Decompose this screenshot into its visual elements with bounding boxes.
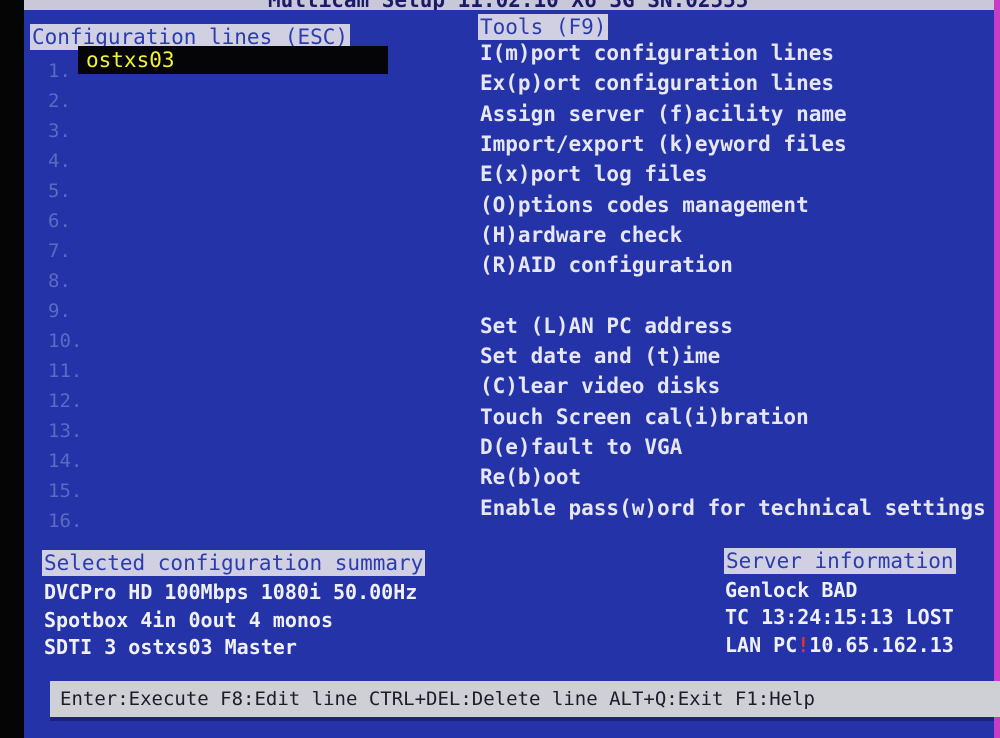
tool-item[interactable]: D(e)fault to VGA — [480, 434, 682, 460]
tool-item[interactable]: Touch Screen cal(i)bration — [480, 404, 809, 430]
server-info-header: Server information — [724, 548, 956, 574]
tool-item[interactable]: Enable pass(w)ord for technical settings — [480, 495, 986, 521]
warning-marker-icon: ! — [797, 633, 810, 657]
summary-line-format: DVCPro HD 100Mbps 1080i 50.00Hz — [44, 580, 418, 604]
summary-line-sdti: SDTI 3 ostxs03 Master — [44, 635, 297, 659]
config-line-number: 13. — [48, 420, 83, 442]
tool-item[interactable]: I(m)port configuration lines — [480, 40, 834, 66]
config-line-number: 2. — [48, 90, 71, 112]
tool-item[interactable]: (H)ardware check — [480, 222, 682, 248]
config-line-number: 5. — [48, 180, 71, 202]
tools-header[interactable]: Tools (F9) — [478, 14, 609, 40]
config-line-number: 4. — [48, 150, 71, 172]
tool-item[interactable]: Assign server (f)acility name — [480, 101, 847, 127]
tool-item[interactable]: (O)ptions codes management — [480, 192, 809, 218]
config-line-number: 1. — [48, 60, 71, 82]
config-line-number: 15. — [48, 480, 83, 502]
lan-pc-ip: 10.65.162.13 — [809, 633, 954, 657]
tool-item[interactable]: Import/export (k)eyword files — [480, 131, 847, 157]
tool-item[interactable]: Ex(p)ort configuration lines — [480, 70, 834, 96]
dos-setup-screen: Multicam Setup 11.02.10 X6 3G SN:02555 C… — [24, 0, 1000, 738]
help-bar: Enter:Execute F8:Edit line CTRL+DEL:Dele… — [50, 681, 1000, 717]
tool-item[interactable]: Re(b)oot — [480, 464, 581, 490]
config-line-number: 7. — [48, 240, 71, 262]
tool-item[interactable]: (C)lear video disks — [480, 373, 720, 399]
window-title: Multicam Setup 11.02.10 X6 3G SN:02555 — [268, 0, 748, 10]
config-line-selected[interactable]: ostxs03 — [78, 46, 388, 74]
config-line-number: 12. — [48, 390, 83, 412]
config-line-number: 16. — [48, 510, 83, 532]
genlock-status: Genlock BAD — [725, 578, 858, 602]
config-line-value: ostxs03 — [86, 48, 175, 72]
config-line-number: 14. — [48, 450, 83, 472]
config-line-number: 11. — [48, 360, 83, 382]
title-bar: Multicam Setup 11.02.10 X6 3G SN:02555 — [24, 0, 1000, 10]
lan-pc-address: LAN PC!10.65.162.13 — [725, 632, 954, 658]
config-line-number: 10. — [48, 330, 83, 352]
right-edge-border — [994, 0, 1000, 738]
config-line-number: 3. — [48, 120, 71, 142]
tool-item[interactable]: E(x)port log files — [480, 161, 708, 187]
summary-header: Selected configuration summary — [42, 550, 426, 576]
tool-item[interactable]: Set date and (t)ime — [480, 343, 720, 369]
config-line-number: 8. — [48, 270, 71, 292]
tool-item[interactable]: (R)AID configuration — [480, 252, 733, 278]
config-line-number: 9. — [48, 300, 71, 322]
summary-line-io: Spotbox 4in 0out 4 monos — [44, 608, 333, 632]
timecode-status: TC 13:24:15:13 LOST — [725, 605, 954, 629]
help-bar-shadow — [50, 717, 994, 721]
lan-pc-label: LAN PC — [725, 633, 798, 657]
config-line-number: 6. — [48, 210, 71, 232]
tool-item[interactable]: Set (L)AN PC address — [480, 313, 733, 339]
